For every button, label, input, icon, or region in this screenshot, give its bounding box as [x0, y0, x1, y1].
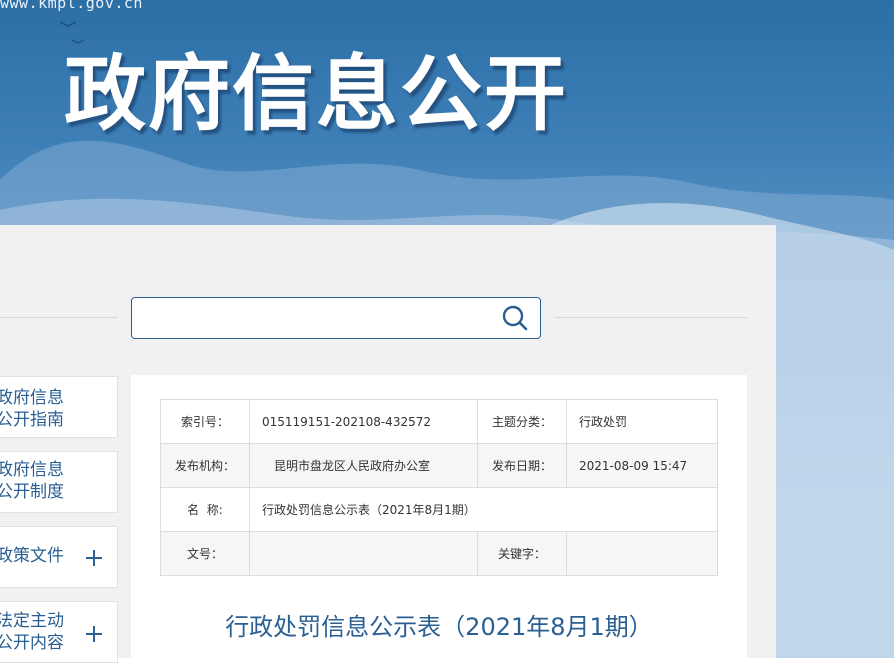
- sidebar-item-statutory[interactable]: 法定主动 公开内容: [0, 601, 118, 663]
- docno-label: 文号：: [160, 531, 250, 576]
- org-label: 发布机构：: [160, 443, 250, 488]
- sidebar-item-system[interactable]: 政府信息 公开制度: [0, 451, 118, 513]
- docno-value: [249, 531, 478, 576]
- table-row: 名 称: 行政处罚信息公示表（2021年8月1期）: [160, 487, 718, 532]
- org-value: 昆明市盘龙区人民政府办公室: [249, 443, 478, 488]
- date-label: 发布日期：: [477, 443, 567, 488]
- index-label: 索引号：: [160, 399, 250, 444]
- keyword-value: [566, 531, 718, 576]
- sidebar-item-label: 政府信息 公开指南: [0, 388, 64, 430]
- sidebar-item-policy[interactable]: 政策文件: [0, 526, 118, 588]
- search-divider-left: [0, 317, 118, 318]
- metadata-table: 索引号： 015119151-202108-432572 主题分类： 行政处罚 …: [160, 399, 718, 576]
- name-value: 行政处罚信息公示表（2021年8月1期）: [249, 487, 718, 532]
- sidebar-item-guide[interactable]: 政府信息 公开指南: [0, 376, 118, 438]
- site-domain: www.kmpl.gov.cn: [0, 0, 143, 12]
- document-title: 行政处罚信息公示表（2021年8月1期）: [225, 613, 653, 641]
- search-icon[interactable]: [502, 305, 528, 331]
- search-input[interactable]: [140, 304, 494, 332]
- sidebar-item-label: 政府信息 公开制度: [0, 460, 64, 502]
- topic-label: 主题分类：: [477, 399, 567, 444]
- sidebar-item-label: 法定主动 公开内容: [0, 611, 64, 653]
- page-title: 政府信息公开: [64, 47, 569, 142]
- table-row: 索引号： 015119151-202108-432572 主题分类： 行政处罚: [160, 399, 718, 444]
- date-value: 2021-08-09 15:47: [566, 443, 718, 488]
- plus-icon[interactable]: [85, 625, 103, 643]
- sidebar-item-label: 政策文件: [0, 546, 64, 566]
- document-card: 索引号： 015119151-202108-432572 主题分类： 行政处罚 …: [131, 375, 747, 658]
- index-value: 015119151-202108-432572: [249, 399, 478, 444]
- keyword-label: 关键字：: [477, 531, 567, 576]
- search-divider-right: [555, 317, 747, 318]
- search-bar: [131, 297, 541, 339]
- table-row: 发布机构： 昆明市盘龙区人民政府办公室 发布日期： 2021-08-09 15:…: [160, 443, 718, 488]
- topic-value: 行政处罚: [566, 399, 718, 444]
- table-row: 文号： 关键字：: [160, 531, 718, 576]
- plus-icon[interactable]: [85, 549, 103, 567]
- name-label: 名 称:: [160, 487, 250, 532]
